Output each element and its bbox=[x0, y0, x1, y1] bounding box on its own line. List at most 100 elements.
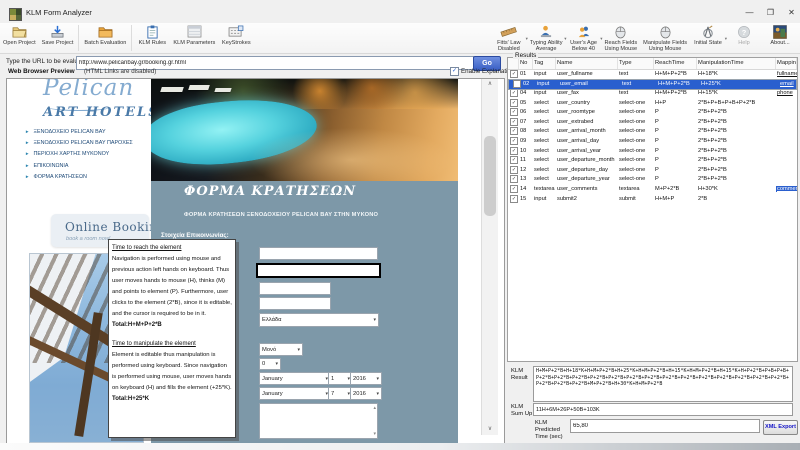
col-type[interactable]: Type bbox=[618, 58, 654, 69]
table-row[interactable]: ✓15inputsubmit2submitH+M+P2*B bbox=[508, 194, 797, 204]
col-maniptime[interactable]: ManipulationTime bbox=[697, 58, 776, 69]
cell-no: 07 bbox=[519, 119, 533, 125]
table-row[interactable]: ✓01inputuser_fullnametextH+M+P+2*BH+18*K… bbox=[508, 69, 797, 79]
site-menu-item[interactable]: ►ΕΠΙΚΟΙΝΩΝΙΑ bbox=[25, 163, 155, 169]
xml-export-button[interactable]: XML Export bbox=[763, 420, 798, 435]
klm-sumup-box[interactable]: 11H+6M+26P+50B+103K bbox=[533, 403, 793, 416]
table-row[interactable]: ✓02inputuser_emailtextH+M+P+2*BH+25*Kema… bbox=[508, 79, 797, 91]
scroll-up-icon[interactable]: ▴ bbox=[373, 405, 376, 411]
site-menu-item[interactable]: ►ΦΟΡΜΑ ΚΡΑΤΗΣΕΩΝ bbox=[25, 174, 155, 180]
minimize-button[interactable]: — bbox=[742, 6, 757, 19]
cell-tag: select bbox=[533, 119, 556, 125]
table-row[interactable]: ✓09selectuser_arrival_dayselect-oneP2*B+… bbox=[508, 136, 797, 146]
table-row[interactable]: ✓11selectuser_departure_monthselect-oneP… bbox=[508, 155, 797, 165]
cell-reach: P bbox=[654, 138, 697, 144]
tel-input[interactable] bbox=[259, 282, 331, 295]
keystrokes-button[interactable]: KeyStrokes bbox=[218, 23, 254, 46]
cell-tag: input bbox=[536, 81, 559, 87]
scrollbar-up-icon[interactable]: ∧ bbox=[482, 79, 498, 90]
table-row[interactable]: ✓06selectuser_roomtypeselect-oneP2*B+P+2… bbox=[508, 107, 797, 117]
cell-reach: P bbox=[654, 167, 697, 173]
results-table: No Tag Name Type ReachTime ManipulationT… bbox=[507, 57, 798, 362]
row-checkbox[interactable]: ✓ bbox=[510, 185, 518, 193]
klm-result-box[interactable]: H+M+P+2*B+H+18*K+H+M+P+2*B+H+25*K+H+M+P+… bbox=[533, 366, 793, 402]
arrival-month-select[interactable]: January▾ bbox=[259, 372, 331, 385]
app-icon bbox=[9, 8, 22, 21]
scrollbar-down-icon[interactable]: ∨ bbox=[482, 424, 498, 435]
fax-input[interactable] bbox=[259, 297, 331, 310]
col-tag[interactable]: Tag bbox=[533, 58, 556, 69]
cell-tag: select bbox=[533, 167, 556, 173]
cell-tag: input bbox=[533, 90, 556, 96]
row-checkbox[interactable]: ✓ bbox=[510, 118, 518, 126]
col-reachtime[interactable]: ReachTime bbox=[654, 58, 697, 69]
mapping-link[interactable]: fullname bbox=[776, 71, 797, 77]
reach-fields-toggle[interactable]: Reach FieldsUsing Mouse bbox=[602, 23, 641, 53]
row-checkbox[interactable]: ✓ bbox=[510, 156, 518, 164]
maximize-button[interactable]: ❐ bbox=[763, 6, 778, 19]
roomtype-select[interactable]: Μονό▾ bbox=[259, 343, 303, 356]
cell-tag: select bbox=[533, 100, 556, 106]
site-menu-item[interactable]: ►ΞΕΝΟΔΟΧΕΙΟ PELICAN BAY ΠΑΡΟΧΕΣ bbox=[25, 140, 155, 146]
table-row[interactable]: ✓08selectuser_arrival_monthselect-oneP2*… bbox=[508, 127, 797, 137]
row-checkbox[interactable]: ✓ bbox=[513, 80, 521, 88]
table-row[interactable]: ✓05selectuser_countryselect-oneH+P2*B+P+… bbox=[508, 98, 797, 108]
col-name[interactable]: Name bbox=[556, 58, 618, 69]
scroll-down-icon[interactable]: ▾ bbox=[373, 431, 376, 437]
screen: KLM Form Analyzer — ❐ ✕ Open Project Sav… bbox=[0, 0, 800, 450]
table-row[interactable]: ✓13selectuser_departure_yearselect-oneP2… bbox=[508, 175, 797, 185]
comments-textarea[interactable]: ▴ ▾ bbox=[259, 403, 378, 439]
open-project-button[interactable]: Open Project bbox=[0, 23, 39, 46]
users-age-toggle[interactable]: User's AgeBelow 40 ▾ bbox=[566, 23, 602, 53]
batch-evaluation-button[interactable]: Batch Evaluation bbox=[81, 23, 129, 46]
help-button[interactable]: ? Help bbox=[726, 23, 762, 46]
klm-predicted-input[interactable] bbox=[570, 419, 760, 433]
form-subtitle: ΦΟΡΜΑ ΚΡΑΤΗΣΕΩΝ ΞΕΝΟΔΟΧΕΙΟΥ PELICAN BAY … bbox=[184, 212, 378, 218]
row-checkbox[interactable]: ✓ bbox=[510, 166, 518, 174]
row-checkbox[interactable]: ✓ bbox=[510, 127, 518, 135]
row-checkbox[interactable]: ✓ bbox=[510, 175, 518, 183]
site-menu-item[interactable]: ►ΞΕΝΟΔΟΧΕΙΟ PELICAN BAY bbox=[25, 129, 155, 135]
arrival-year-select[interactable]: 2016▾ bbox=[350, 372, 382, 385]
initial-state-button[interactable]: Initial State ▾ bbox=[690, 23, 726, 46]
klm-parameters-button[interactable]: KLM Parameters bbox=[170, 23, 218, 46]
col-mappings[interactable]: Mappings bbox=[776, 58, 797, 69]
row-checkbox[interactable]: ✓ bbox=[510, 99, 518, 107]
klm-rules-button[interactable]: KLM Rules bbox=[134, 23, 170, 46]
departure-month-select[interactable]: January▾ bbox=[259, 387, 331, 400]
manipulate-fields-toggle[interactable]: Manipulate FieldsUsing Mouse bbox=[640, 23, 690, 53]
mapping-link[interactable]: phone bbox=[776, 90, 797, 96]
row-checkbox[interactable]: ✓ bbox=[510, 70, 518, 78]
table-row[interactable]: ✓10selectuser_arrival_yearselect-oneP2*B… bbox=[508, 146, 797, 156]
cell-name: user_fax bbox=[556, 90, 618, 96]
about-button[interactable]: About... bbox=[762, 23, 798, 46]
col-no[interactable]: No bbox=[519, 58, 533, 69]
compass-icon bbox=[701, 24, 715, 39]
title-bar: KLM Form Analyzer — ❐ ✕ bbox=[0, 5, 800, 23]
typing-ability-toggle[interactable]: Typing AbilityAverage ▾ bbox=[527, 23, 566, 53]
row-checkbox[interactable]: ✓ bbox=[510, 108, 518, 116]
preview-scrollbar[interactable]: ∧ ∨ bbox=[481, 79, 498, 435]
cell-tag: input bbox=[533, 71, 556, 77]
mapping-link[interactable]: email bbox=[779, 81, 794, 87]
row-checkbox[interactable]: ✓ bbox=[510, 147, 518, 155]
email-input-highlighted[interactable] bbox=[256, 263, 381, 278]
table-row[interactable]: ✓07selectuser_extrabedselect-oneP2*B+P+2… bbox=[508, 117, 797, 127]
mapping-link[interactable]: comments bbox=[776, 186, 797, 192]
fullname-input[interactable] bbox=[259, 247, 378, 260]
cell-name: submit2 bbox=[556, 196, 618, 202]
extrabed-select[interactable]: 0▾ bbox=[259, 358, 281, 370]
scrollbar-thumb[interactable] bbox=[484, 136, 496, 216]
save-project-button[interactable]: Save Project bbox=[39, 23, 77, 46]
table-row[interactable]: ✓12selectuser_departure_dayselect-oneP2*… bbox=[508, 165, 797, 175]
row-checkbox[interactable]: ✓ bbox=[510, 195, 518, 203]
country-select[interactable]: Ελλάδα▾ bbox=[259, 313, 379, 327]
departure-year-select[interactable]: 2016▾ bbox=[350, 387, 382, 400]
checkbox-icon[interactable]: ✓ bbox=[450, 67, 459, 76]
site-menu-item[interactable]: ►ΠΕΡΙΟΧΗ ΧΑΡΤΗΣ ΜΥΚΟΝΟΥ bbox=[25, 151, 155, 157]
close-button[interactable]: ✕ bbox=[784, 6, 799, 19]
table-row[interactable]: ✓14textareauser_commentstextareaM+P+2*BH… bbox=[508, 184, 797, 194]
fitts-law-toggle[interactable]: Fitts' LawDisabled ▾ bbox=[491, 23, 527, 53]
enable-explanation-checkbox[interactable]: ✓ Enable Explanation bbox=[450, 67, 514, 76]
row-checkbox[interactable]: ✓ bbox=[510, 137, 518, 145]
